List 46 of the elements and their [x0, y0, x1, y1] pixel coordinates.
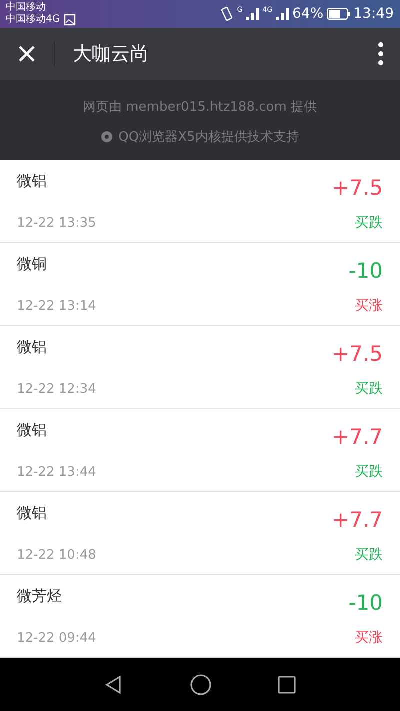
- close-icon[interactable]: [17, 44, 37, 64]
- trade-time: 12-22 10:48: [17, 548, 96, 562]
- image-icon: [64, 14, 76, 26]
- page-title: 大咖云尚: [73, 42, 150, 67]
- trade-time: 12-22 13:35: [17, 216, 96, 230]
- trade-direction: 买跌: [355, 214, 383, 232]
- back-icon[interactable]: [104, 674, 124, 694]
- provider-text: QQ浏览器X5内核提供技术支持: [118, 129, 300, 146]
- trade-direction: 买涨: [355, 629, 383, 647]
- record-row[interactable]: 微铝 +7.7 12-22 10:48 买跌: [0, 492, 400, 575]
- product-name: 微铜: [17, 255, 47, 274]
- record-row[interactable]: 微铜 -10 12-22 13:14 买涨: [0, 243, 400, 326]
- carrier-name: 中国移动4G: [6, 14, 60, 26]
- record-row[interactable]: 微铝 +7.7 12-22 13:44 买跌: [0, 409, 400, 492]
- trade-direction: 买跌: [355, 546, 383, 564]
- product-name: 微芳烃: [17, 587, 62, 606]
- signal-icon: [276, 8, 290, 20]
- battery-percent: 64%: [292, 6, 324, 22]
- clock: 13:49: [354, 6, 394, 22]
- battery-icon: [326, 8, 351, 20]
- trade-time: 12-22 13:14: [17, 298, 96, 314]
- carrier-name: 中国移动: [6, 2, 47, 14]
- trade-time: 12-22 13:44: [17, 464, 96, 480]
- product-name: 微铝: [17, 338, 47, 357]
- provider-text: 网页由 member015.htz188.com 提供: [83, 99, 317, 116]
- trade-direction: 买涨: [355, 297, 383, 315]
- record-row[interactable]: 微铝 +7.5 12-22 12:34 买跌: [0, 326, 400, 409]
- amount: +7.5: [332, 176, 383, 200]
- home-icon[interactable]: [190, 674, 212, 696]
- more-icon[interactable]: [378, 42, 384, 66]
- amount: -10: [348, 591, 383, 615]
- vibrate-icon: [220, 6, 234, 22]
- product-name: 微铝: [17, 504, 47, 523]
- product-name: 微铝: [17, 172, 47, 191]
- product-name: 微铝: [17, 421, 47, 440]
- amount: +7.7: [332, 425, 383, 449]
- record-row[interactable]: 微铝 +7.5 12-22 13:35 买跌: [0, 160, 400, 243]
- amount: +7.5: [332, 342, 383, 366]
- signal-icon: [246, 8, 260, 20]
- recents-icon[interactable]: [278, 676, 296, 694]
- trade-direction: 买跌: [355, 463, 383, 481]
- trade-time: 12-22 09:44: [17, 630, 96, 646]
- trade-time: 12-22 12:34: [17, 382, 96, 396]
- trade-direction: 买跌: [355, 380, 383, 398]
- amount: -10: [348, 259, 383, 283]
- amount: +7.7: [332, 508, 383, 532]
